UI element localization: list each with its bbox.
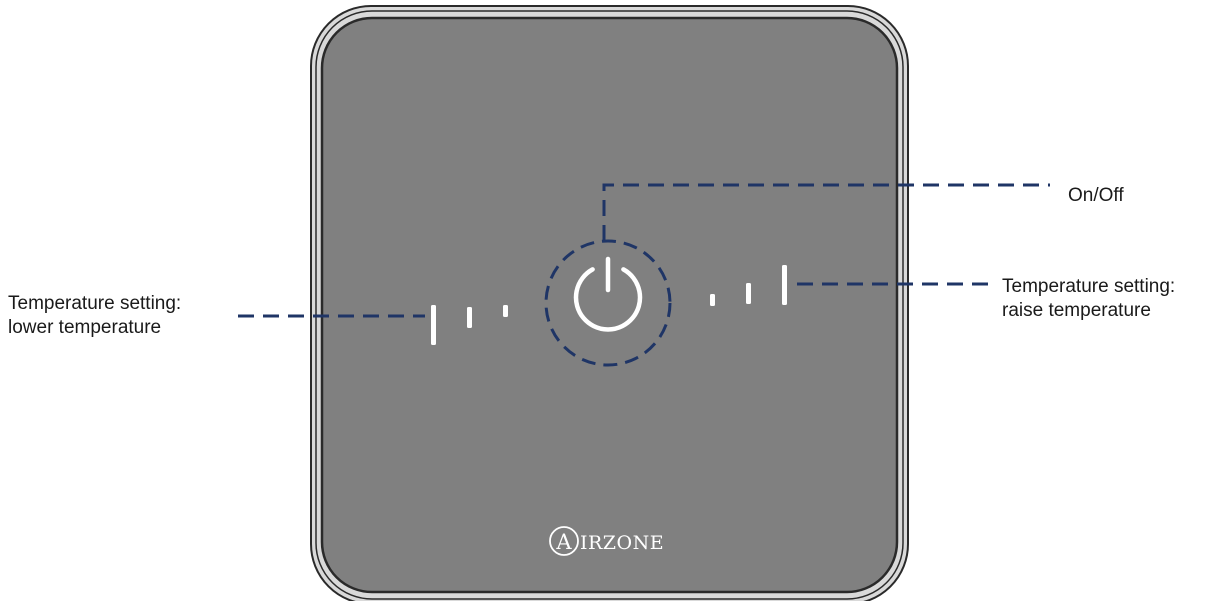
lower-bar-large xyxy=(431,305,436,345)
logo-wordmark: IRZONE xyxy=(580,532,664,554)
raise-callout-line2: raise temperature xyxy=(1002,300,1151,321)
raise-callout-line1: Temperature setting: xyxy=(1002,276,1176,297)
lower-callout-line2: lower temperature xyxy=(8,317,162,338)
raise-bar-medium xyxy=(746,283,751,304)
on-off-callout: On/Off xyxy=(1068,184,1124,208)
lower-callout-line1: Temperature setting: xyxy=(8,293,182,314)
lower-temperature-callout: Temperature setting: lower temperature xyxy=(8,292,181,340)
lower-bar-small xyxy=(503,305,508,317)
device-face xyxy=(320,16,899,594)
logo-initial: A xyxy=(555,530,572,554)
lower-bar-medium xyxy=(467,307,472,328)
raise-bar-large xyxy=(782,265,787,305)
raise-temperature-callout: Temperature setting: raise temperature xyxy=(1002,275,1175,323)
on-off-label: On/Off xyxy=(1068,185,1124,206)
raise-bar-small xyxy=(710,294,715,306)
thermostat-device xyxy=(310,5,909,601)
airzone-logo: A IRZONE xyxy=(549,526,664,556)
